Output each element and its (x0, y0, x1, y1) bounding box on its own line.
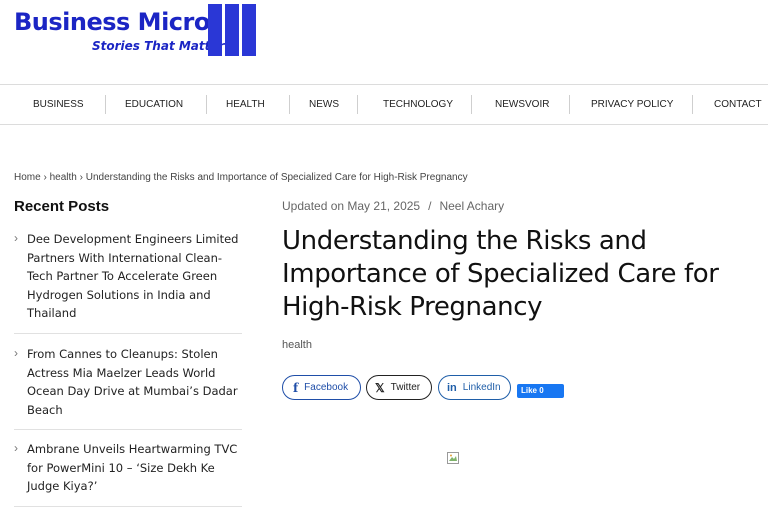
share-linkedin-label: LinkedIn (462, 382, 501, 393)
share-facebook-label: Facebook (304, 382, 349, 393)
nav-divider (105, 95, 106, 114)
facebook-like-button[interactable]: Like 0 (517, 384, 564, 398)
article-category[interactable]: health (282, 339, 312, 351)
chevron-right-icon: › (14, 441, 18, 455)
breadcrumb-separator: › (40, 172, 50, 183)
nav-divider (569, 95, 570, 114)
site-logo[interactable]: Business Micro Stories That Matter (14, 4, 264, 60)
breadcrumb: Home › health › Understanding the Risks … (14, 172, 468, 183)
nav-divider (692, 95, 693, 114)
meta-separator: / (428, 199, 432, 213)
logo-title: Business Micro (14, 8, 210, 36)
nav-item-news[interactable]: NEWS (309, 85, 339, 124)
nav-item-health[interactable]: HEALTH (226, 85, 265, 124)
share-twitter-label: Twitter (390, 382, 421, 393)
facebook-icon: f (293, 380, 299, 395)
recent-post-link[interactable]: From Cannes to Cleanups: Stolen Actress … (27, 345, 245, 419)
post-divider (14, 333, 242, 334)
breadcrumb-current: Understanding the Risks and Importance o… (85, 172, 468, 183)
share-linkedin-button[interactable]: in LinkedIn (438, 375, 511, 400)
updated-date: Updated on May 21, 2025 (282, 199, 421, 213)
post-divider (14, 429, 242, 430)
share-facebook-button[interactable]: f Facebook (282, 375, 361, 400)
breadcrumb-category[interactable]: health (50, 172, 77, 183)
nav-item-newsvoir[interactable]: NEWSVOIR (495, 85, 549, 124)
nav-divider (206, 95, 207, 114)
article-meta: Updated on May 21, 2025 / Neel Achary (282, 199, 504, 213)
article-title: Understanding the Risks and Importance o… (282, 226, 719, 322)
nav-item-technology[interactable]: TECHNOLOGY (383, 85, 453, 124)
broken-image-icon (447, 452, 459, 464)
breadcrumb-home[interactable]: Home (14, 172, 41, 183)
breadcrumb-separator: › (76, 172, 86, 183)
x-icon: 𝕏 (375, 380, 385, 395)
recent-post-link[interactable]: Ambrane Unveils Heartwarming TVC for Pow… (27, 440, 245, 496)
nav-divider (289, 95, 290, 114)
nav-item-business[interactable]: BUSINESS (33, 85, 84, 124)
logo-bars-icon (208, 4, 256, 60)
chevron-right-icon: › (14, 231, 18, 245)
logo-subtitle: Stories That Matter (92, 39, 225, 53)
nav-item-privacy-policy[interactable]: PRIVACY POLICY (591, 85, 673, 124)
main-nav: BUSINESS EDUCATION HEALTH NEWS TECHNOLOG… (0, 84, 768, 125)
nav-item-education[interactable]: EDUCATION (125, 85, 183, 124)
linkedin-icon: in (447, 381, 457, 394)
chevron-right-icon: › (14, 346, 18, 360)
nav-divider (357, 95, 358, 114)
recent-post-link[interactable]: Dee Development Engineers Limited Partne… (27, 230, 245, 323)
nav-item-contact[interactable]: CONTACT (714, 85, 762, 124)
share-twitter-button[interactable]: 𝕏 Twitter (366, 375, 432, 400)
nav-divider (471, 95, 472, 114)
recent-posts-heading: Recent Posts (14, 198, 110, 215)
author-name[interactable]: Neel Achary (439, 199, 504, 213)
post-divider (14, 506, 242, 507)
